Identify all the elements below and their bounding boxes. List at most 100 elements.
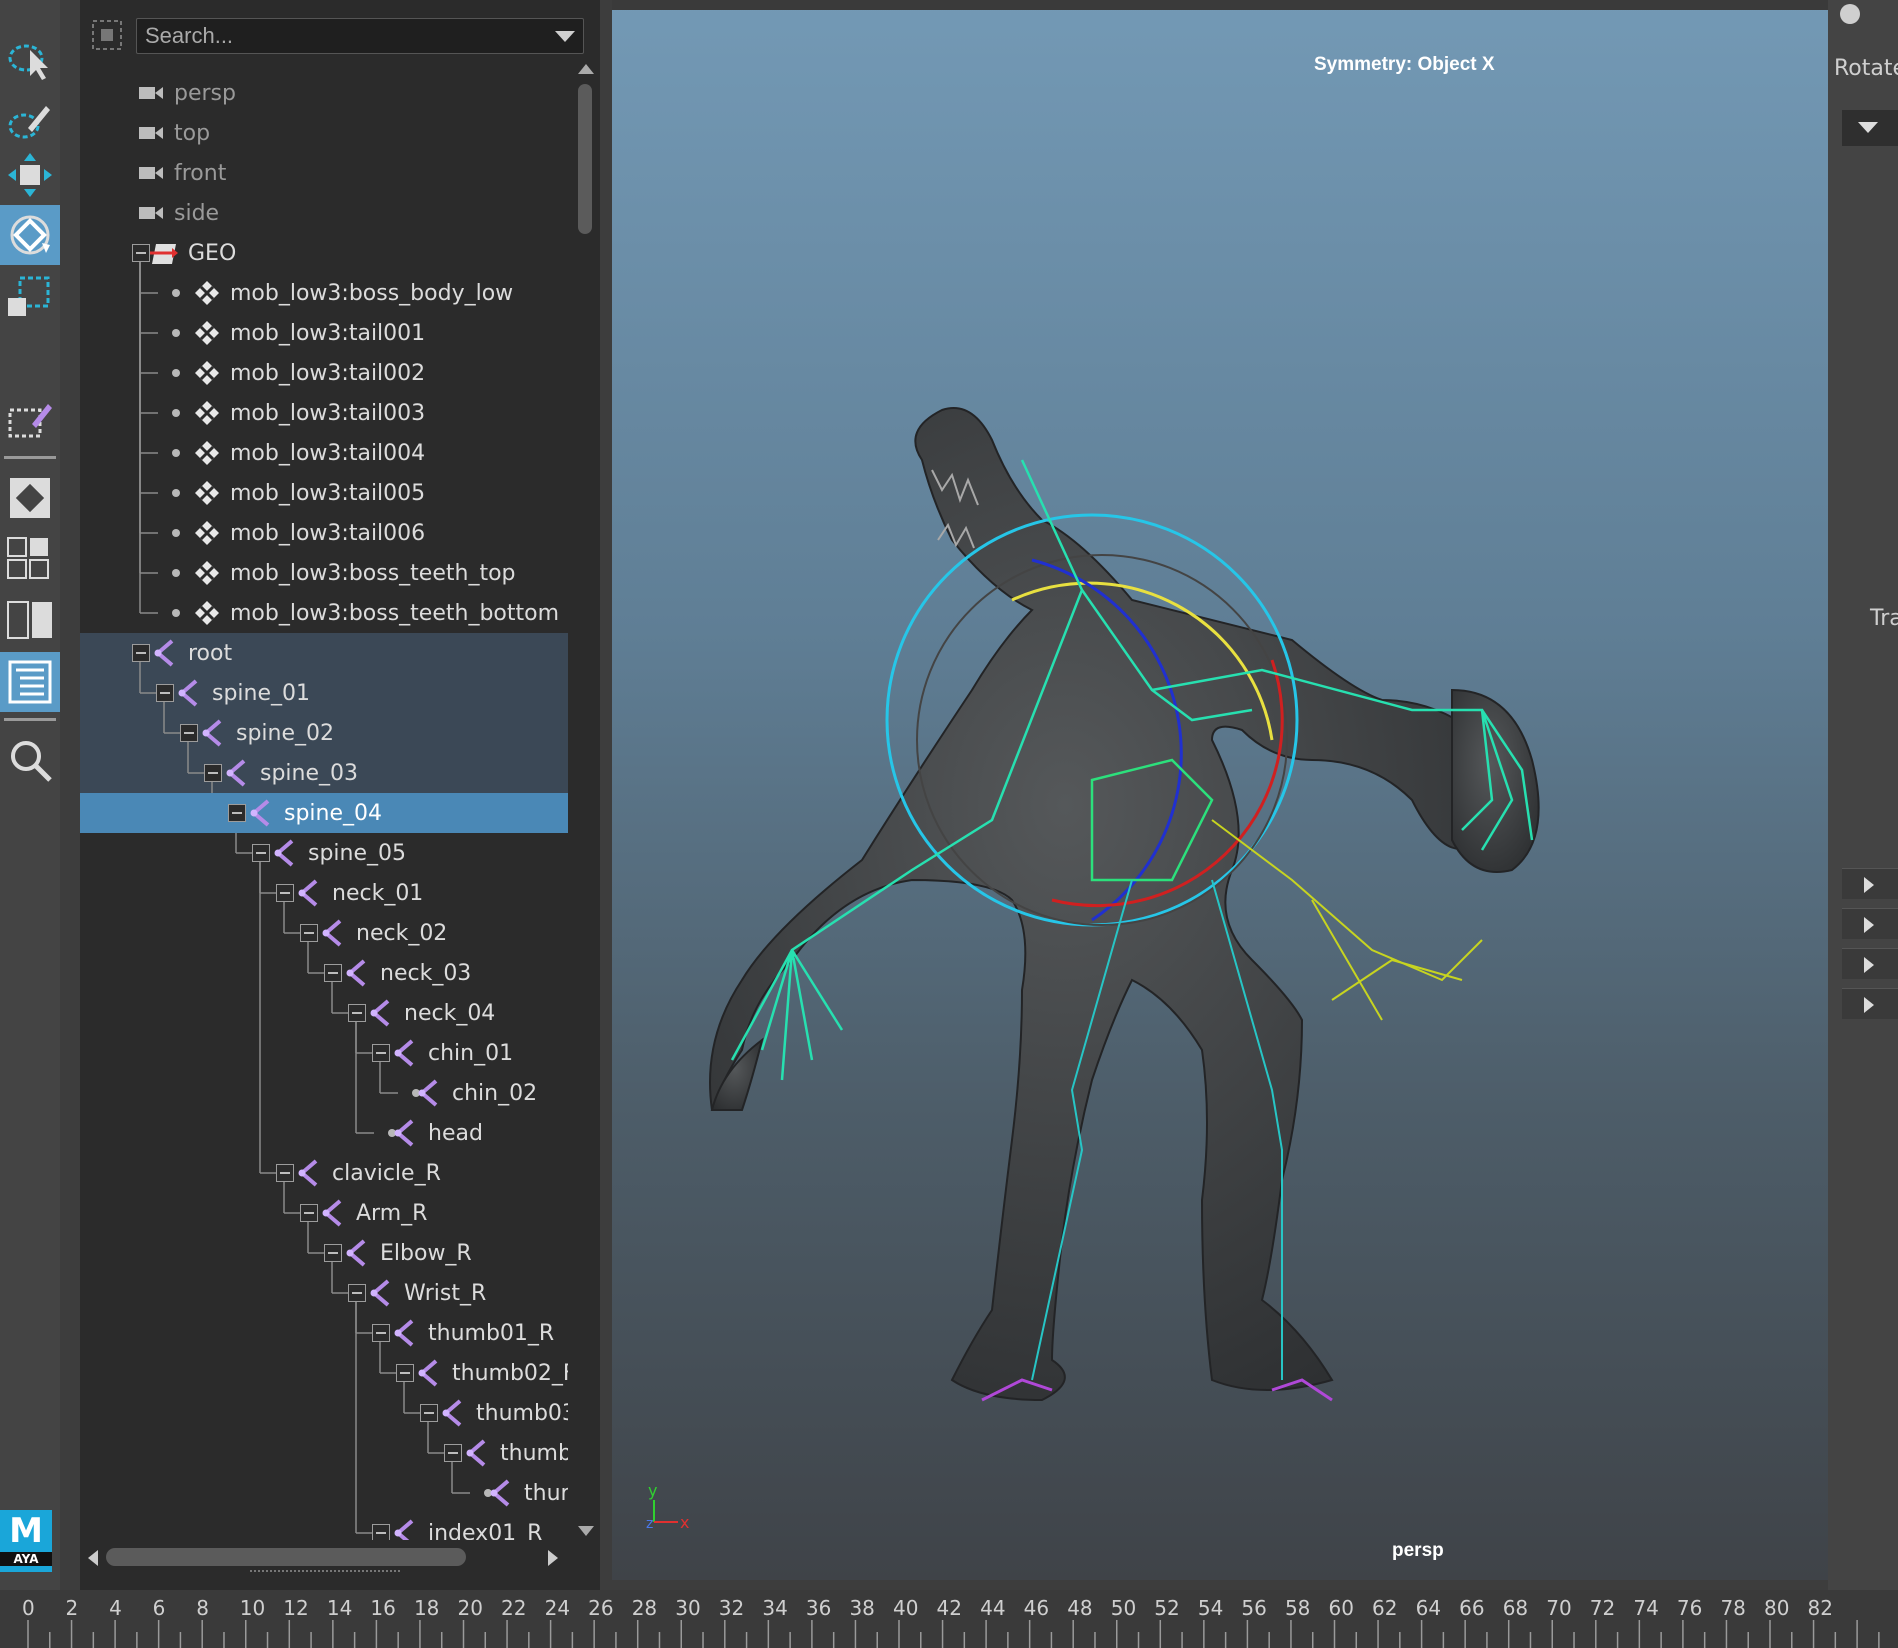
viewport-scene[interactable]: y x z bbox=[612, 0, 1828, 1580]
rotate-tool-icon[interactable] bbox=[0, 205, 60, 265]
paint-select-tool-icon[interactable] bbox=[0, 92, 60, 152]
collapse-toggle-icon[interactable] bbox=[180, 724, 198, 742]
outliner-item[interactable]: Arm_R bbox=[318, 1193, 427, 1233]
lasso-select-tool-icon[interactable] bbox=[0, 30, 60, 90]
chevron-down-icon[interactable] bbox=[555, 31, 575, 42]
layout-two-pane-icon[interactable] bbox=[0, 592, 60, 648]
outliner-item[interactable]: spine_02 bbox=[198, 713, 334, 753]
outliner-item[interactable]: neck_04 bbox=[366, 993, 495, 1033]
scale-tool-icon[interactable] bbox=[0, 266, 60, 326]
soft-select-tool-icon[interactable] bbox=[0, 390, 60, 450]
outliner-item[interactable]: spine_05 bbox=[270, 833, 406, 873]
collapse-toggle-icon[interactable] bbox=[348, 1284, 366, 1302]
collapse-toggle-icon[interactable] bbox=[348, 1004, 366, 1022]
search-input[interactable] bbox=[137, 19, 553, 53]
outliner-item[interactable]: thumb02_F bbox=[414, 1353, 568, 1393]
outliner-item[interactable]: thur bbox=[486, 1473, 568, 1513]
outliner-item[interactable]: mob_low3:tail002 bbox=[192, 353, 425, 393]
outliner-item-label: spine_03 bbox=[260, 760, 359, 786]
outliner-item[interactable]: side bbox=[136, 193, 219, 233]
outliner-item[interactable]: clavicle_R bbox=[294, 1153, 441, 1193]
layout-four-pane-icon[interactable] bbox=[0, 530, 60, 586]
collapse-toggle-icon[interactable] bbox=[132, 244, 150, 262]
collapse-toggle-icon[interactable] bbox=[372, 1044, 390, 1062]
collapse-toggle-icon[interactable] bbox=[300, 1204, 318, 1222]
collapse-toggle-icon[interactable] bbox=[420, 1404, 438, 1422]
collapse-toggle-icon[interactable] bbox=[204, 764, 222, 782]
outliner-item[interactable]: thumb bbox=[462, 1433, 568, 1473]
outliner-item[interactable]: thumb03 bbox=[438, 1393, 568, 1433]
collapse-toggle-icon[interactable] bbox=[444, 1444, 462, 1462]
timeline-frame-label: 0 bbox=[22, 1596, 35, 1620]
move-tool-icon[interactable] bbox=[0, 145, 60, 205]
filter-icon[interactable] bbox=[90, 18, 124, 52]
outliner-item[interactable]: spine_03 bbox=[222, 753, 358, 793]
outliner-item[interactable]: mob_low3:tail001 bbox=[192, 313, 425, 353]
outliner-item[interactable]: neck_02 bbox=[318, 913, 447, 953]
joint-icon bbox=[178, 679, 198, 707]
outliner-item[interactable]: chin_02 bbox=[414, 1073, 537, 1113]
timeline-frame-label: 42 bbox=[936, 1596, 962, 1620]
collapse-toggle-icon[interactable] bbox=[228, 804, 246, 822]
section-expand-button[interactable] bbox=[1842, 868, 1898, 899]
outliner-item[interactable]: index01_R bbox=[390, 1513, 542, 1540]
section-expand-button[interactable] bbox=[1842, 908, 1898, 939]
collapse-toggle-icon[interactable] bbox=[132, 644, 150, 662]
outliner-item[interactable]: chin_01 bbox=[390, 1033, 513, 1073]
close-icon[interactable] bbox=[1840, 4, 1860, 24]
toolbox-divider bbox=[4, 718, 56, 721]
scroll-thumb[interactable] bbox=[578, 84, 592, 234]
time-slider[interactable]: 0 2 4 6 8 10 12 14 16 18 20 22 24 26 28 30 32 34 36 38 40 42 4… bbox=[0, 1590, 1898, 1648]
outliner-item[interactable]: mob_low3:boss_teeth_top bbox=[192, 553, 516, 593]
outliner-item[interactable]: spine_04 bbox=[246, 793, 382, 833]
scroll-left-icon[interactable] bbox=[88, 1550, 98, 1566]
chevron-right-icon bbox=[1864, 957, 1874, 973]
resize-grip[interactable] bbox=[250, 1570, 400, 1574]
scroll-thumb-horizontal[interactable] bbox=[106, 1548, 466, 1566]
outliner-layout-icon[interactable] bbox=[0, 652, 60, 712]
outliner-item[interactable]: mob_low3:boss_body_low bbox=[192, 273, 513, 313]
show-manipulator-icon[interactable] bbox=[0, 468, 60, 528]
outliner-item[interactable]: persp bbox=[136, 73, 236, 113]
outliner-item[interactable]: thumb01_R bbox=[390, 1313, 554, 1353]
horizontal-scrollbar[interactable] bbox=[80, 1540, 600, 1580]
maya-logo-sub: AYA bbox=[0, 1552, 52, 1566]
outliner-item[interactable]: top bbox=[136, 113, 210, 153]
search-field[interactable] bbox=[136, 18, 584, 54]
outliner-item[interactable]: GEO bbox=[150, 233, 236, 273]
outliner-item[interactable]: root bbox=[150, 633, 232, 673]
collapse-toggle-icon[interactable] bbox=[276, 1164, 294, 1182]
collapse-toggle-icon[interactable] bbox=[372, 1324, 390, 1342]
magnifier-icon[interactable] bbox=[0, 730, 60, 790]
section-expand-button[interactable] bbox=[1842, 948, 1898, 979]
collapse-toggle-icon[interactable] bbox=[300, 924, 318, 942]
section-expand-button[interactable] bbox=[1842, 988, 1898, 1019]
collapse-toggle-icon[interactable] bbox=[324, 964, 342, 982]
collapse-toggle-icon[interactable] bbox=[396, 1364, 414, 1382]
outliner-item[interactable]: head bbox=[390, 1113, 483, 1153]
outliner-item[interactable]: neck_03 bbox=[342, 953, 471, 993]
timeline-frame-label: 56 bbox=[1241, 1596, 1267, 1620]
collapse-toggle-icon[interactable] bbox=[276, 884, 294, 902]
outliner-item[interactable]: mob_low3:tail005 bbox=[192, 473, 425, 513]
scroll-right-icon[interactable] bbox=[548, 1550, 558, 1566]
tool-settings-dropdown[interactable] bbox=[1842, 110, 1898, 146]
collapse-toggle-icon[interactable] bbox=[324, 1244, 342, 1262]
collapse-toggle-icon[interactable] bbox=[252, 844, 270, 862]
collapse-toggle-icon[interactable] bbox=[372, 1524, 390, 1540]
leaf-node-dot bbox=[172, 489, 180, 497]
outliner-item[interactable]: mob_low3:tail006 bbox=[192, 513, 425, 553]
outliner-item[interactable]: mob_low3:tail003 bbox=[192, 393, 425, 433]
vertical-scrollbar[interactable] bbox=[570, 60, 600, 1540]
outliner-item[interactable]: Wrist_R bbox=[366, 1273, 486, 1313]
outliner-item[interactable]: mob_low3:tail004 bbox=[192, 433, 425, 473]
outliner-item[interactable]: mob_low3:boss_teeth_bottom bbox=[192, 593, 559, 633]
outliner-item[interactable]: front bbox=[136, 153, 226, 193]
collapse-toggle-icon[interactable] bbox=[156, 684, 174, 702]
viewport-persp[interactable]: y x z Symmetry: Object X persp bbox=[612, 0, 1828, 1580]
outliner-item[interactable]: spine_01 bbox=[174, 673, 310, 713]
outliner-item[interactable]: neck_01 bbox=[294, 873, 423, 913]
outliner-item[interactable]: Elbow_R bbox=[342, 1233, 472, 1273]
scroll-down-icon[interactable] bbox=[578, 1526, 594, 1536]
scroll-up-icon[interactable] bbox=[578, 64, 594, 74]
